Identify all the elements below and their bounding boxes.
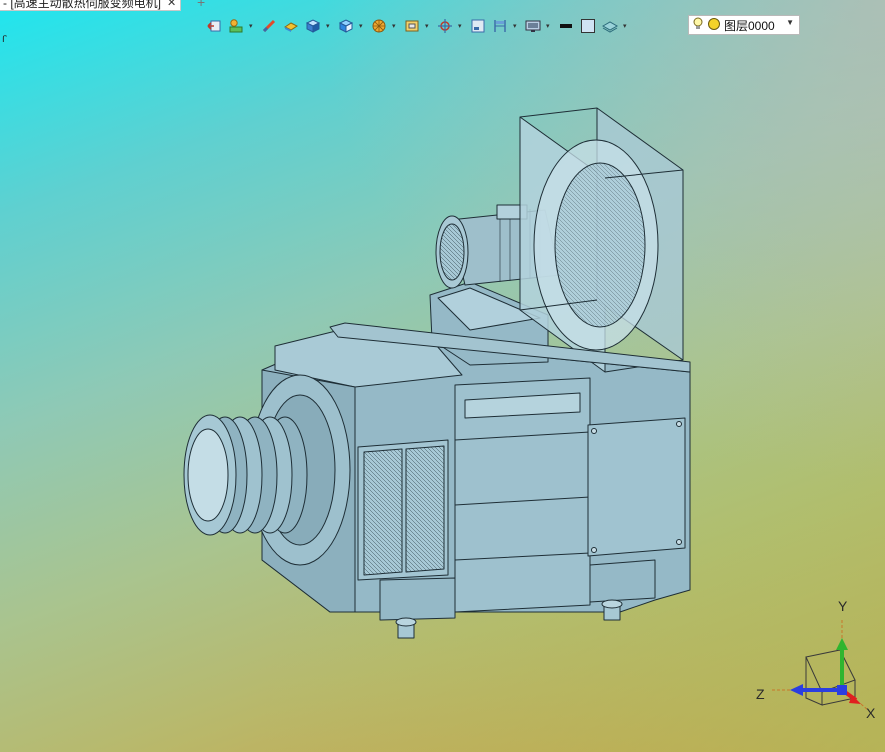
solid-box-icon[interactable] (304, 17, 322, 35)
layer-manager-icon[interactable] (601, 17, 619, 35)
line-weight-icon[interactable] (557, 17, 575, 35)
vent-grille (357, 439, 449, 581)
motor-model[interactable] (170, 100, 700, 650)
axis-triad: Y Z X (756, 598, 876, 721)
mount-bolt (395, 617, 417, 639)
document-tab-strip: - [高速主动散热伺服变频电机] ✕ + (0, 0, 225, 11)
snap-target-icon[interactable] (436, 17, 454, 35)
x-axis-label: X (866, 705, 876, 721)
view-toolbar: ▾ ▾ ▾ ▾ ▾ ▾ ▾ ▾ ▾ (205, 15, 630, 37)
line-tool-icon[interactable] (260, 17, 278, 35)
frame-icon[interactable] (469, 17, 487, 35)
chevron-down-icon[interactable]: ▾ (359, 22, 366, 30)
view-cube-icon[interactable] (337, 17, 355, 35)
z-axis-label: Z (756, 686, 765, 702)
layer-name: 图层0000 (724, 18, 775, 33)
chevron-down-icon[interactable]: ▾ (392, 22, 399, 30)
3d-viewport[interactable]: - [高速主动散热伺服变频电机] ✕ + ꓩ ▾ ▾ ▾ ▾ ▾ ▾ ▾ ▾ ▾… (0, 0, 885, 752)
pulley (183, 414, 308, 536)
layer-selector[interactable]: 图层0000 ▼ (688, 15, 800, 35)
chevron-down-icon[interactable]: ▾ (513, 22, 520, 30)
dimension-icon[interactable] (491, 17, 509, 35)
side-cover (587, 417, 686, 557)
chevron-down-icon[interactable]: ▾ (425, 22, 432, 30)
face-shade-icon[interactable] (282, 17, 300, 35)
chevron-down-icon[interactable]: ▾ (546, 22, 553, 30)
chevron-down-icon[interactable]: ▾ (249, 22, 256, 30)
display-mode-icon[interactable] (227, 17, 245, 35)
color-swatch-icon[interactable] (579, 17, 597, 35)
corner-mark: ꓩ (2, 34, 7, 44)
screen-icon[interactable] (524, 17, 542, 35)
chevron-down-icon[interactable]: ▾ (458, 22, 465, 30)
sun-icon[interactable] (707, 17, 721, 34)
bulb-icon[interactable] (692, 17, 704, 34)
y-axis-label: Y (838, 598, 848, 614)
document-tab-title: - [高速主动散热伺服变频电机] (3, 0, 161, 10)
chevron-down-icon[interactable]: ▼ (786, 18, 794, 27)
mount-bolt (601, 599, 623, 621)
section-icon[interactable] (370, 17, 388, 35)
chevron-down-icon[interactable]: ▾ (623, 22, 630, 30)
chevron-down-icon[interactable]: ▾ (326, 22, 333, 30)
new-tab-button[interactable]: + (197, 0, 205, 10)
document-tab[interactable]: - [高速主动散热伺服变频电机] ✕ (0, 0, 182, 11)
sheet-icon[interactable] (403, 17, 421, 35)
view-back-icon[interactable] (205, 17, 223, 35)
close-icon[interactable]: ✕ (167, 0, 176, 9)
